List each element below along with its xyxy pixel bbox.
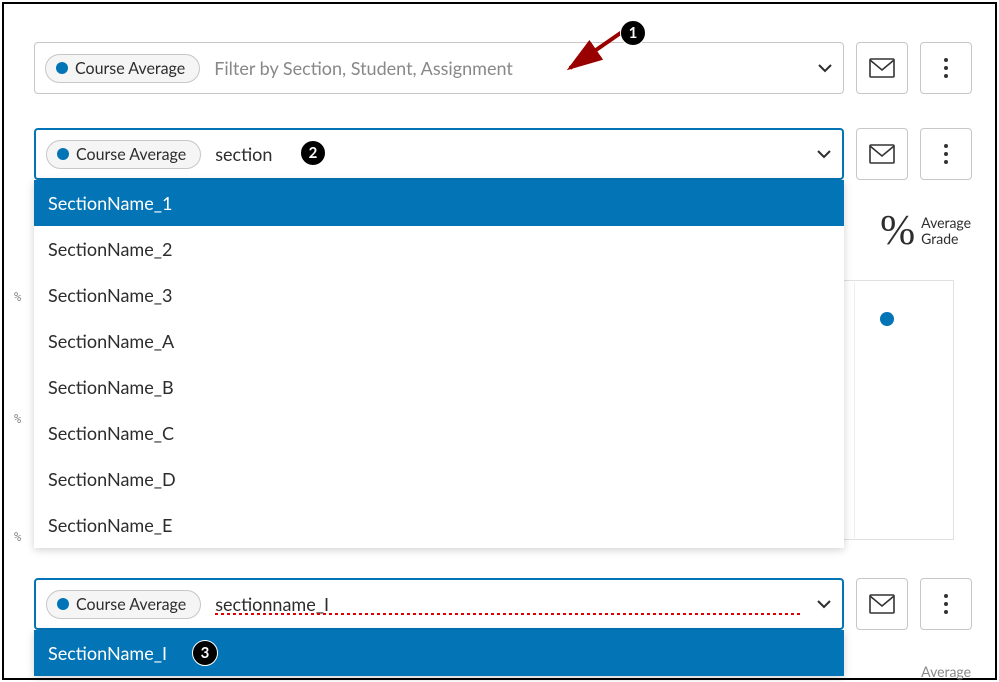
more-options-button[interactable] bbox=[920, 42, 972, 94]
spellcheck-underline bbox=[215, 613, 802, 615]
filter-input-2[interactable]: Course Average section bbox=[34, 128, 844, 180]
avg-label-top: Average bbox=[921, 215, 971, 231]
more-options-button[interactable] bbox=[920, 578, 972, 630]
filter-row-2: Course Average section bbox=[34, 128, 972, 180]
pill-label: Course Average bbox=[75, 59, 185, 78]
axis-tick: % bbox=[14, 530, 21, 544]
course-average-pill[interactable]: Course Average bbox=[45, 54, 200, 83]
axis-tick: % bbox=[14, 290, 21, 304]
course-average-pill[interactable]: Course Average bbox=[46, 590, 201, 619]
average-grade-label: % Average Grade bbox=[880, 210, 971, 252]
dropdown-option[interactable]: SectionName_D bbox=[34, 456, 844, 502]
chevron-down-icon[interactable] bbox=[817, 60, 833, 76]
data-point bbox=[880, 312, 894, 326]
dropdown-option[interactable]: SectionName_3 bbox=[34, 272, 844, 318]
message-button[interactable] bbox=[856, 128, 908, 180]
filter-typed-text: sectionname_I bbox=[215, 593, 802, 615]
filter-input-3[interactable]: Course Average sectionname_I bbox=[34, 578, 844, 630]
message-button[interactable] bbox=[856, 578, 908, 630]
more-options-button[interactable] bbox=[920, 128, 972, 180]
annotation-badge-2: 2 bbox=[300, 140, 326, 166]
dropdown-option[interactable]: SectionName_I bbox=[34, 630, 844, 676]
filter-input-1[interactable]: Course Average Filter by Section, Studen… bbox=[34, 42, 844, 94]
dropdown-option[interactable]: SectionName_C bbox=[34, 410, 844, 456]
section-dropdown-1[interactable]: SectionName_1SectionName_2SectionName_3S… bbox=[34, 180, 844, 548]
chevron-down-icon[interactable] bbox=[816, 146, 832, 162]
annotation-badge-3: 3 bbox=[192, 640, 218, 666]
filter-row-1: Course Average Filter by Section, Studen… bbox=[34, 42, 972, 94]
kebab-icon bbox=[944, 144, 948, 164]
avg-label-small-text: Average bbox=[921, 663, 971, 680]
pill-dot-icon bbox=[57, 148, 69, 160]
filter-placeholder: Filter by Section, Student, Assignment bbox=[210, 57, 807, 79]
chart-gridline bbox=[854, 282, 855, 538]
dropdown-option[interactable]: SectionName_E bbox=[34, 502, 844, 548]
kebab-icon bbox=[944, 58, 948, 78]
pill-label: Course Average bbox=[76, 595, 186, 614]
dropdown-option[interactable]: SectionName_A bbox=[34, 318, 844, 364]
annotation-badge-1: 1 bbox=[620, 20, 646, 46]
dropdown-option[interactable]: SectionName_B bbox=[34, 364, 844, 410]
kebab-icon bbox=[944, 594, 948, 614]
section-dropdown-2[interactable]: SectionName_I bbox=[34, 630, 844, 676]
pill-dot-icon bbox=[56, 62, 68, 74]
pill-label: Course Average bbox=[76, 145, 186, 164]
chevron-down-icon[interactable] bbox=[816, 596, 832, 612]
filter-row-3: Course Average sectionname_I bbox=[34, 578, 972, 630]
avg-label-bottom: Grade bbox=[921, 231, 971, 247]
average-label-small: Average bbox=[921, 663, 971, 680]
percent-symbol: % bbox=[880, 210, 915, 252]
course-average-pill[interactable]: Course Average bbox=[46, 140, 201, 169]
message-button[interactable] bbox=[856, 42, 908, 94]
pill-dot-icon bbox=[57, 598, 69, 610]
dropdown-option[interactable]: SectionName_1 bbox=[34, 180, 844, 226]
dropdown-option[interactable]: SectionName_2 bbox=[34, 226, 844, 272]
axis-tick: % bbox=[14, 412, 21, 426]
